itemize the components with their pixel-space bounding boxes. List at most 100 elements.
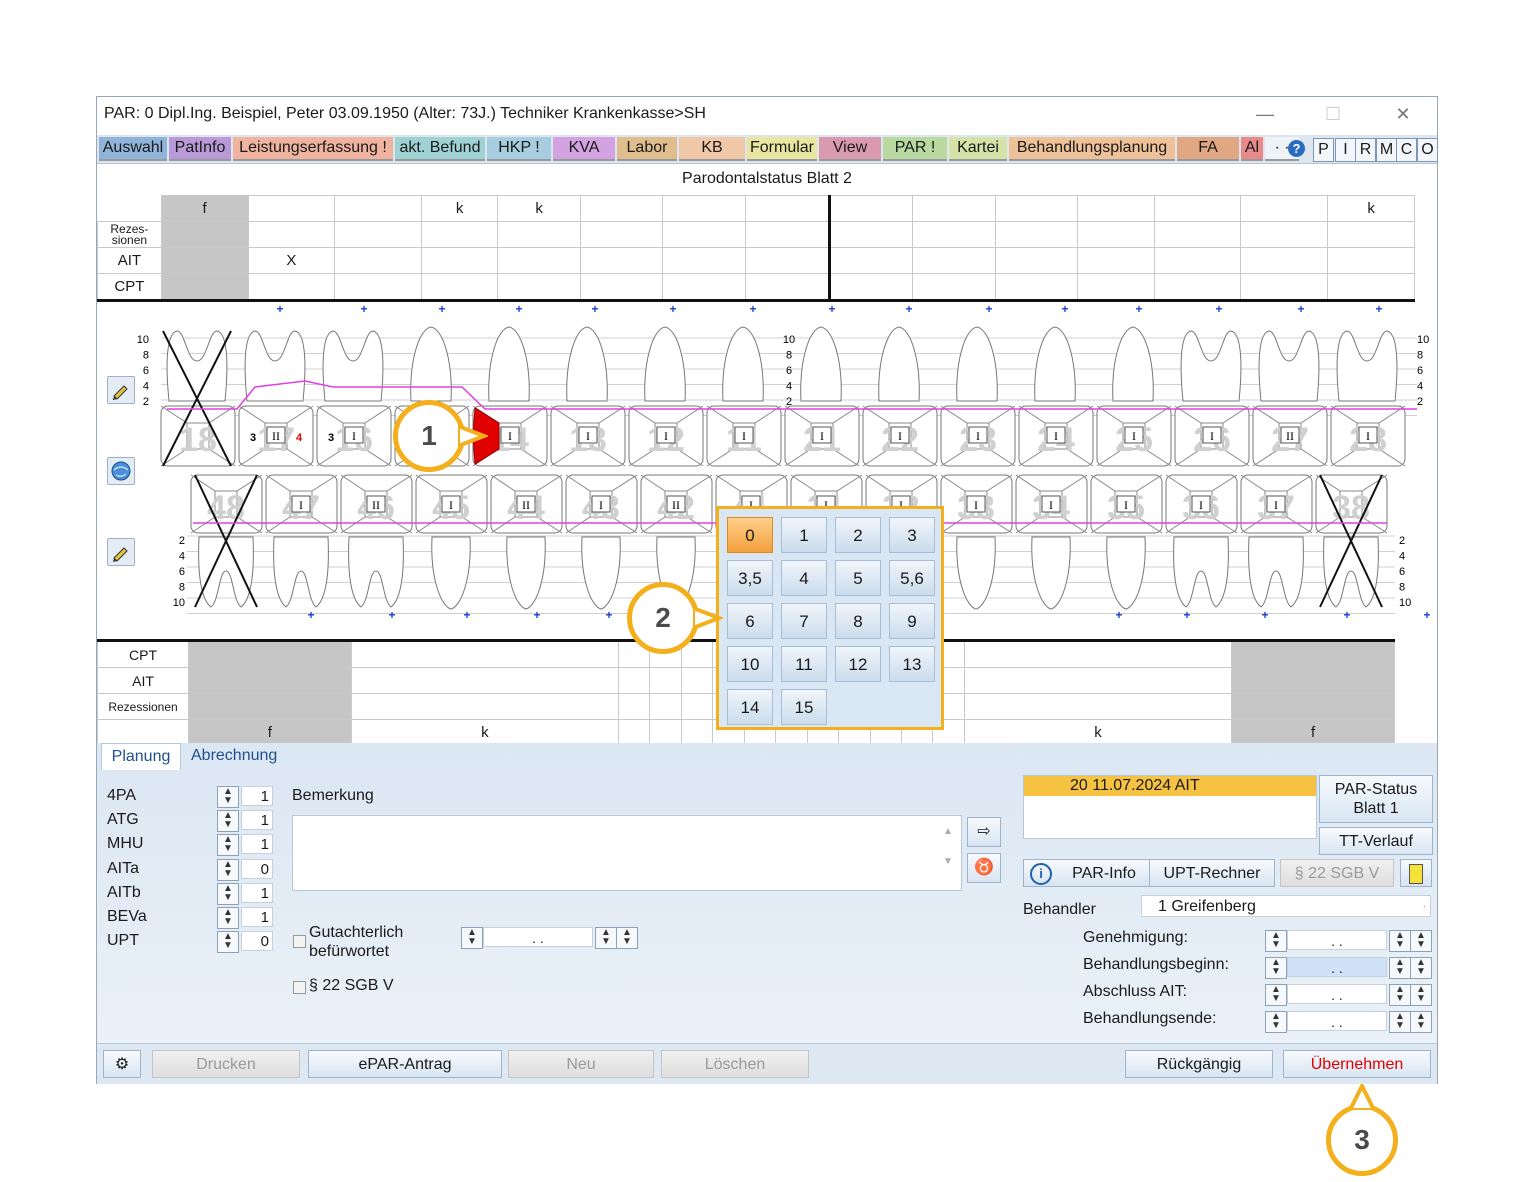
menu-tab-7[interactable]: KB bbox=[679, 137, 745, 161]
upper-row-2-cell[interactable] bbox=[247, 273, 336, 302]
upper-top-cell[interactable] bbox=[662, 195, 746, 222]
lower-row-cell[interactable] bbox=[350, 667, 620, 694]
upper-top-cell[interactable] bbox=[912, 195, 996, 222]
upper-row-2-cell[interactable] bbox=[160, 273, 249, 302]
counter-value[interactable]: 1 bbox=[241, 882, 273, 903]
plus-marker[interactable]: + bbox=[1375, 302, 1382, 316]
date-field-1[interactable]: . . bbox=[1287, 957, 1387, 977]
plus-marker[interactable]: + bbox=[1215, 302, 1222, 316]
plus-marker[interactable]: + bbox=[1297, 302, 1304, 316]
tooth-icon[interactable]: ♉ bbox=[967, 853, 1001, 883]
gutachter-checkbox[interactable] bbox=[293, 935, 306, 948]
lower-row-cell[interactable] bbox=[680, 667, 714, 694]
upper-top-cell[interactable] bbox=[744, 195, 831, 222]
upper-top-cell[interactable] bbox=[579, 195, 664, 222]
lower-tooth-34[interactable]: 34I bbox=[1015, 474, 1088, 610]
upper-top-cell[interactable]: k bbox=[497, 195, 581, 222]
date-spin-left[interactable]: ▲ ▼ bbox=[1265, 1011, 1287, 1033]
upper-tooth-21[interactable]: 21I bbox=[784, 326, 860, 467]
upper-row-0-cell[interactable] bbox=[1077, 221, 1155, 248]
upper-row-2-cell[interactable] bbox=[334, 273, 422, 302]
date-spin-right[interactable]: ▲ ▼ bbox=[1389, 930, 1411, 952]
upper-tooth-12[interactable]: 12I bbox=[628, 326, 704, 467]
menu-tab-13[interactable]: FA bbox=[1177, 137, 1239, 161]
upper-row-0-cell[interactable] bbox=[1153, 221, 1242, 248]
upper-row-1-cell[interactable] bbox=[1153, 247, 1242, 274]
counter-value[interactable]: 1 bbox=[241, 810, 273, 831]
counter-value[interactable]: 0 bbox=[241, 931, 273, 952]
upper-row-0-cell[interactable] bbox=[247, 221, 336, 248]
date-spin-left[interactable]: ▲ ▼ bbox=[1265, 984, 1287, 1006]
lower-bottom-cell[interactable]: k bbox=[963, 719, 1233, 746]
numpad-key[interactable]: 12 bbox=[835, 646, 881, 682]
plus-marker[interactable]: + bbox=[605, 608, 612, 622]
upper-row-2-cell[interactable] bbox=[912, 273, 996, 302]
sgb-checkbox[interactable] bbox=[293, 981, 306, 994]
lower-row-cell[interactable] bbox=[1231, 667, 1395, 694]
numpad-key[interactable]: 3 bbox=[889, 517, 935, 553]
numpad-key[interactable]: 4 bbox=[781, 560, 827, 596]
plus-marker[interactable]: + bbox=[1343, 608, 1350, 622]
lower-row-cell[interactable] bbox=[188, 639, 352, 668]
upper-row-0-cell[interactable] bbox=[497, 221, 581, 248]
numpad-key[interactable]: 8 bbox=[835, 603, 881, 639]
upper-row-0-cell[interactable] bbox=[1240, 221, 1329, 248]
close-button[interactable]: ✕ bbox=[1387, 103, 1419, 125]
menu-button-r[interactable]: R bbox=[1355, 138, 1376, 162]
plus-marker[interactable]: + bbox=[463, 608, 470, 622]
menu-tab-0[interactable]: Auswahl bbox=[99, 137, 167, 161]
lower-tooth-47[interactable]: 47I bbox=[265, 474, 338, 608]
upper-top-cell[interactable] bbox=[334, 195, 422, 222]
upper-row-0-cell[interactable] bbox=[420, 221, 499, 248]
lower-tooth-33[interactable]: 33I bbox=[940, 474, 1013, 610]
rueckgaengig-button[interactable]: Rückgängig bbox=[1125, 1050, 1273, 1078]
plus-marker[interactable]: + bbox=[515, 302, 522, 316]
numpad-key[interactable]: 2 bbox=[835, 517, 881, 553]
lower-tooth-38[interactable]: 38 bbox=[1315, 474, 1388, 608]
plus-marker[interactable]: + bbox=[749, 302, 756, 316]
upper-row-1-cell[interactable] bbox=[828, 247, 914, 274]
plus-marker[interactable]: + bbox=[1183, 608, 1190, 622]
menu-tab-2[interactable]: Leistungserfassung ! bbox=[233, 137, 393, 161]
lower-row-cell[interactable] bbox=[649, 667, 682, 694]
counter-value[interactable]: 1 bbox=[241, 907, 273, 927]
upper-row-0-cell[interactable] bbox=[744, 221, 831, 248]
plus-marker[interactable]: + bbox=[1423, 608, 1430, 622]
settings-gear-icon[interactable]: ⚙ bbox=[103, 1050, 141, 1078]
lower-bottom-cell[interactable] bbox=[649, 719, 682, 746]
date-spin-right[interactable]: ▲ ▼ bbox=[1389, 984, 1411, 1006]
counter-spinner[interactable]: ▲ ▼ bbox=[217, 810, 239, 833]
upper-top-cell[interactable] bbox=[247, 195, 336, 222]
menu-tab-10[interactable]: PAR ! bbox=[883, 137, 947, 161]
plus-marker[interactable]: + bbox=[1061, 302, 1068, 316]
upper-row-2-cell[interactable] bbox=[1153, 273, 1242, 302]
menu-tab-9[interactable]: View bbox=[819, 137, 881, 161]
upper-tooth-27[interactable]: 27II bbox=[1252, 330, 1328, 467]
date-spin-right2[interactable]: ▲ ▼ bbox=[1410, 957, 1432, 979]
lower-row-cell[interactable] bbox=[350, 639, 620, 668]
plus-marker[interactable]: + bbox=[276, 302, 283, 316]
lower-row-cell[interactable] bbox=[188, 667, 352, 694]
menu-tab-3[interactable]: akt. Befund bbox=[395, 137, 485, 161]
menu-tab-1[interactable]: PatInfo bbox=[169, 137, 231, 161]
upper-top-cell[interactable] bbox=[1077, 195, 1155, 222]
plus-marker[interactable]: + bbox=[591, 302, 598, 316]
upper-top-cell[interactable]: k bbox=[1327, 195, 1415, 222]
numpad-key[interactable]: 10 bbox=[727, 646, 773, 682]
upper-tooth-16[interactable]: 16I3 bbox=[316, 330, 392, 467]
remark-scrollbar[interactable]: ▲ ▼ bbox=[941, 817, 955, 883]
lower-row-cell[interactable] bbox=[680, 693, 714, 720]
tab-abrechnung[interactable]: Abrechnung bbox=[191, 743, 277, 769]
plus-marker[interactable]: + bbox=[388, 608, 395, 622]
menu-tab-4[interactable]: HKP ! bbox=[487, 137, 551, 161]
plus-marker[interactable]: + bbox=[307, 608, 314, 622]
plus-marker[interactable]: + bbox=[360, 302, 367, 316]
lower-bottom-cell[interactable] bbox=[617, 719, 651, 746]
gutachter-date-spin-right[interactable]: ▲ ▼ bbox=[595, 927, 617, 949]
upper-tooth-22[interactable]: 22I bbox=[862, 326, 938, 467]
lower-bottom-cell[interactable]: f bbox=[1231, 719, 1395, 746]
upper-row-2-cell[interactable] bbox=[744, 273, 831, 302]
menu-button-i[interactable]: I bbox=[1335, 138, 1356, 162]
counter-spinner[interactable]: ▲ ▼ bbox=[217, 931, 239, 954]
upt-rechner-button[interactable]: UPT-Rechner bbox=[1149, 859, 1275, 887]
